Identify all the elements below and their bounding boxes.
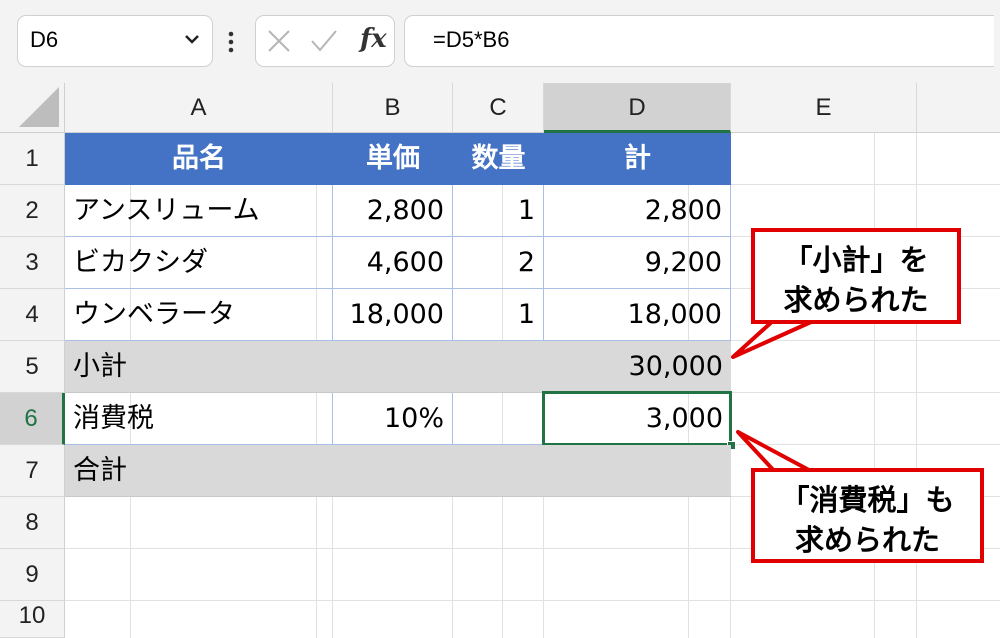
callout-tax-line1: 「消費税」も (780, 483, 955, 517)
callout-subtotal-line2: 求められた (783, 283, 929, 317)
callout-tax-line2: 求められた (794, 523, 940, 557)
callout-subtotal-line1: 「小計」を (783, 243, 929, 277)
callout-tax: 「消費税」も 求められた (751, 468, 984, 563)
callout-subtotal: 「小計」を 求められた (751, 228, 961, 324)
